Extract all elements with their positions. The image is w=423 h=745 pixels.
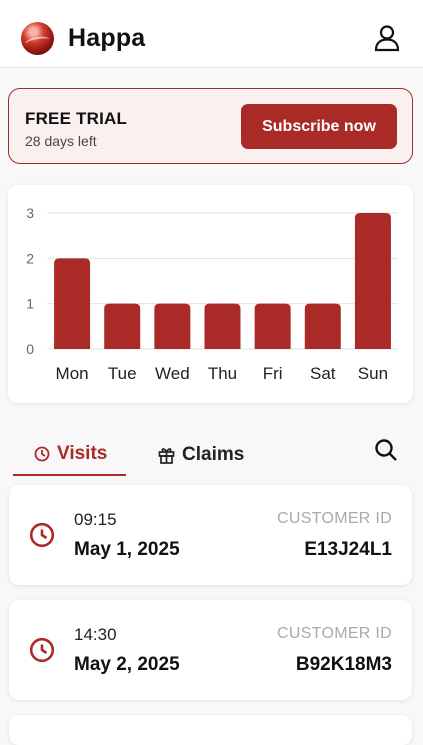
y-tick-label: 3 [26,205,34,221]
clock-icon [34,446,50,462]
x-tick-label: Fri [263,364,283,383]
content-tabs: Visits Claims [0,424,423,476]
chart-bar [154,303,191,349]
chart-bar [104,303,141,349]
chart-bar [54,258,91,349]
search-icon[interactable] [374,438,398,462]
subscribe-button[interactable]: Subscribe now [241,104,397,149]
weekly-visits-chart-card: 0 1 2 3 Mon Tue Wed Thu Fri Sat Sun [8,185,413,403]
clock-icon [29,522,55,548]
visit-card[interactable]: 09:15 May 1, 2025 CUSTOMER ID E13J24L1 [9,485,412,585]
clock-icon [29,637,55,663]
x-tick-label: Sat [310,364,336,383]
visit-card[interactable] [9,715,412,745]
customer-id: E13J24L1 [304,539,392,560]
customer-id: B92K18M3 [295,654,392,675]
chart-bar [204,303,241,349]
weekly-visits-chart: 0 1 2 3 Mon Tue Wed Thu Fri Sat Sun [26,205,398,383]
tab-claims-label: Claims [182,444,245,465]
trial-title: FREE TRIAL [25,109,128,128]
x-tick-label: Thu [208,364,237,383]
happa-logo-icon [21,22,54,55]
gift-icon [158,448,175,464]
x-tick-label: Sun [358,364,388,383]
user-profile-icon[interactable] [374,24,400,52]
free-trial-banner: FREE TRIAL 28 days left Subscribe now [8,88,413,164]
tab-visits[interactable]: Visits [13,434,126,476]
visit-date: May 1, 2025 [74,539,180,560]
x-tick-label: Wed [155,364,190,383]
chart-bar [354,213,391,349]
app-title: Happa [68,24,146,52]
y-tick-label: 1 [26,296,34,312]
tab-visits-label: Visits [57,443,108,464]
chart-bar [304,303,341,349]
app-header: Happa [0,0,423,68]
x-tick-label: Tue [108,364,137,383]
visit-time: 09:15 [74,510,117,529]
customer-id-label: CUSTOMER ID [276,510,392,527]
tab-claims[interactable]: Claims [158,434,258,476]
customer-id-label: CUSTOMER ID [276,625,392,642]
y-tick-label: 2 [26,250,34,266]
visit-time: 14:30 [74,625,117,644]
visit-card[interactable]: 14:30 May 2, 2025 CUSTOMER ID B92K18M3 [9,600,412,700]
visit-date: May 2, 2025 [74,654,180,675]
x-tick-label: Mon [56,364,89,383]
y-tick-label: 0 [26,341,34,357]
trial-days-left: 28 days left [25,133,97,149]
chart-bar [254,303,291,349]
